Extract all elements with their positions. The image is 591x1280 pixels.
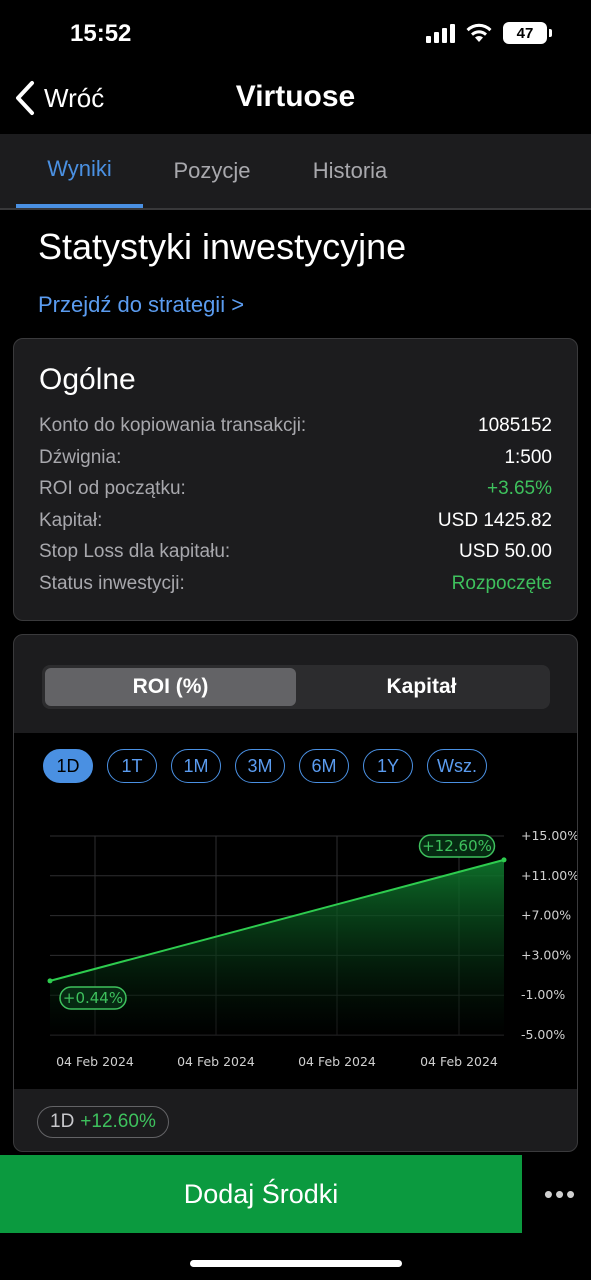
tab-pozycje[interactable]: Pozycje xyxy=(143,134,281,208)
stat-value: 1085152 xyxy=(478,415,552,436)
status-badge: Rozpoczęte xyxy=(451,572,552,594)
stat-label: Konto do kopiowania transakcji: xyxy=(39,415,307,436)
status-bar: 15:52 47 xyxy=(0,0,591,70)
period-all[interactable]: Wsz. xyxy=(427,749,487,783)
stat-label: ROI od początku: xyxy=(39,478,186,499)
signal-icon xyxy=(426,23,455,43)
period-3m[interactable]: 3M xyxy=(235,749,285,783)
chart-card: ROI (%) Kapitał +15.00% +11.00% +7.00% +3.0… xyxy=(13,634,578,1152)
tab-historia[interactable]: Historia xyxy=(281,134,419,208)
stat-value: +3.65% xyxy=(487,478,552,499)
page-title: Virtuose xyxy=(235,80,356,113)
stat-row-leverage: Dźwignia: 1:500 xyxy=(39,447,552,479)
y-tick-label: +3.00% xyxy=(521,947,571,962)
summary-period: 1D xyxy=(50,1111,75,1132)
roi-chart: +15.00% +11.00% +7.00% +3.00% -1.00% -5.00% 04… xyxy=(47,828,578,1069)
y-tick-label: +15.00% xyxy=(521,828,578,843)
period-6m[interactable]: 6M xyxy=(299,749,349,783)
tab-wyniki[interactable]: Wyniki xyxy=(16,134,143,208)
segmented-control: ROI (%) Kapitał xyxy=(42,665,550,709)
period-1m[interactable]: 1M xyxy=(171,749,221,783)
x-tick-label: 04 Feb 2024 xyxy=(56,1054,134,1069)
status-time: 15:52 xyxy=(70,20,132,47)
stat-row-roi: ROI od początku: +3.65% xyxy=(39,478,552,510)
navigation-bar: Wróć Virtuose xyxy=(0,70,591,134)
section-title: Statystyki inwestycyjne xyxy=(38,226,407,267)
roi-point xyxy=(501,857,507,863)
wifi-icon xyxy=(466,23,492,42)
home-indicator xyxy=(190,1260,402,1267)
summary-value: +12.60% xyxy=(80,1111,156,1132)
general-stats-card: Ogólne Konto do kopiowania transakcji: 1… xyxy=(13,338,578,621)
period-1d[interactable]: 1D xyxy=(43,749,93,783)
status-icons: 47 xyxy=(426,22,552,44)
stat-label: Dźwignia: xyxy=(39,446,122,468)
stat-value: 1:500 xyxy=(504,446,552,468)
stat-value: USD 50.00 xyxy=(459,541,552,562)
period-selector: 1D 1T 1M 3M 6M 1Y Wsz. xyxy=(43,749,487,783)
x-tick-label: 04 Feb 2024 xyxy=(298,1054,376,1069)
chart-area: +15.00% +11.00% +7.00% +3.00% -1.00% -5.00% 04… xyxy=(14,733,578,1089)
strategy-link[interactable]: Przejdź do strategii > xyxy=(38,292,244,318)
add-funds-button[interactable]: Dodaj Środki xyxy=(0,1155,522,1233)
stat-row-stop-loss: Stop Loss dla kapitału: USD 50.00 xyxy=(39,541,552,573)
stat-label: Kapitał: xyxy=(39,509,103,531)
start-value-label: +0.44% xyxy=(63,989,123,1007)
segment-capital[interactable]: Kapitał xyxy=(296,668,547,706)
card-title: Ogólne xyxy=(39,363,136,396)
battery-indicator: 47 xyxy=(503,22,552,44)
stat-label: Stop Loss dla kapitału: xyxy=(39,541,231,562)
period-1t[interactable]: 1T xyxy=(107,749,157,783)
y-tick-label: +7.00% xyxy=(521,908,571,923)
x-tick-label: 04 Feb 2024 xyxy=(420,1054,498,1069)
period-1y[interactable]: 1Y xyxy=(363,749,413,783)
segment-roi[interactable]: ROI (%) xyxy=(45,668,296,706)
stat-row-capital: Kapitał: USD 1425.82 xyxy=(39,510,552,542)
x-tick-label: 04 Feb 2024 xyxy=(177,1054,255,1069)
stat-value: USD 1425.82 xyxy=(437,509,552,531)
y-tick-label: -5.00% xyxy=(521,1027,565,1042)
roi-point xyxy=(47,978,53,984)
stat-row-copy-account: Konto do kopiowania transakcji: 1085152 xyxy=(39,415,552,447)
y-tick-label: -1.00% xyxy=(521,987,565,1002)
stat-label: Status inwestycji: xyxy=(39,572,185,594)
stat-row-status: Status inwestycji: Rozpoczęte xyxy=(39,573,552,605)
end-value-label: +12.60% xyxy=(422,837,492,855)
period-summary-pill: 1D +12.60% xyxy=(37,1106,169,1138)
more-options-button[interactable]: ••• xyxy=(530,1155,591,1233)
y-tick-label: +11.00% xyxy=(521,868,578,883)
tab-bar: Wyniki Pozycje Historia xyxy=(0,134,591,210)
